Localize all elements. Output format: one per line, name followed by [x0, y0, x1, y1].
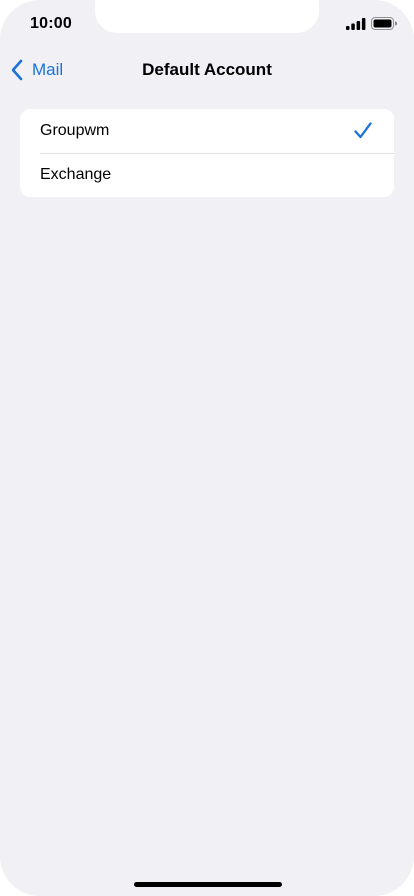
- battery-icon: [371, 17, 397, 30]
- phone-screen: 10:00 Mail Default Account Groupwm Excha…: [0, 0, 414, 896]
- checkmark-icon: [354, 122, 372, 139]
- account-option-groupwm[interactable]: Groupwm: [20, 109, 394, 153]
- account-option-label: Groupwm: [40, 122, 110, 139]
- status-bar: 10:00: [0, 0, 414, 48]
- account-option-exchange[interactable]: Exchange: [20, 153, 394, 197]
- navigation-bar: Mail Default Account: [0, 48, 414, 92]
- status-time: 10:00: [30, 15, 72, 32]
- home-indicator: [134, 882, 282, 887]
- cellular-signal-icon: [346, 18, 366, 30]
- page-title: Default Account: [142, 60, 272, 79]
- account-list: Groupwm Exchange: [20, 109, 394, 197]
- account-option-label: Exchange: [40, 166, 112, 183]
